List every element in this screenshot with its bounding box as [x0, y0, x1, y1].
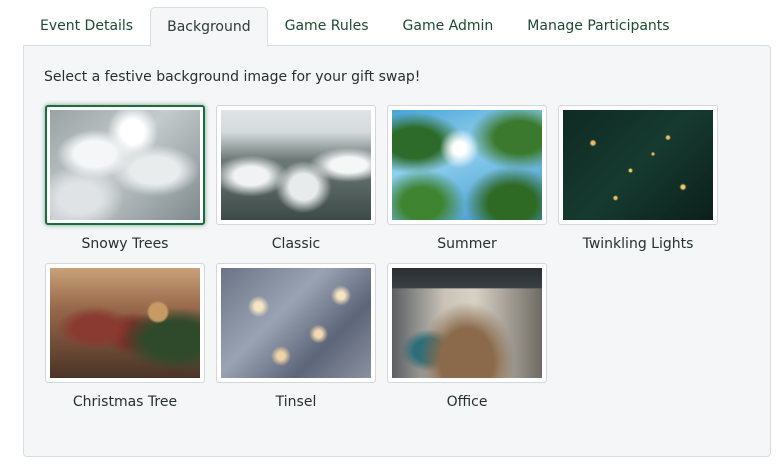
option-label: Tinsel: [275, 394, 317, 410]
background-option-tinsel[interactable]: Tinsel: [216, 263, 376, 410]
snowy-trees-image: [50, 110, 200, 220]
tinsel-image: [221, 268, 371, 378]
tab-bar: Event Details Background Game Rules Game…: [23, 7, 687, 47]
background-panel: Select a festive background image for yo…: [23, 45, 771, 457]
thumbnail-frame[interactable]: [558, 105, 718, 225]
thumbnail-frame[interactable]: [216, 105, 376, 225]
background-option-christmas-tree[interactable]: Christmas Tree: [45, 263, 205, 410]
office-image: [392, 268, 542, 378]
option-label: Office: [446, 394, 488, 410]
thumbnail-frame[interactable]: [216, 263, 376, 383]
tab-manage-participants[interactable]: Manage Participants: [510, 7, 686, 45]
thumbnail-frame[interactable]: [45, 105, 205, 225]
tab-background[interactable]: Background: [150, 7, 268, 47]
summer-image: [392, 110, 542, 220]
tab-event-details[interactable]: Event Details: [23, 7, 150, 45]
background-option-twinkling-lights[interactable]: Twinkling Lights: [558, 105, 718, 252]
option-label: Snowy Trees: [81, 236, 169, 252]
background-option-office[interactable]: Office: [387, 263, 547, 410]
thumbnail-frame[interactable]: [387, 105, 547, 225]
christmas-tree-image: [50, 268, 200, 378]
option-label: Classic: [271, 236, 321, 252]
tab-game-rules[interactable]: Game Rules: [268, 7, 386, 45]
option-label: Summer: [437, 236, 497, 252]
tab-game-admin[interactable]: Game Admin: [386, 7, 511, 45]
thumbnail-frame[interactable]: [387, 263, 547, 383]
background-option-snowy-trees[interactable]: Snowy Trees: [45, 105, 205, 252]
option-label: Christmas Tree: [72, 394, 178, 410]
option-label: Twinkling Lights: [582, 236, 694, 252]
classic-image: [221, 110, 371, 220]
instruction-text: Select a festive background image for yo…: [44, 69, 421, 85]
background-option-classic[interactable]: Classic: [216, 105, 376, 252]
twinkling-lights-image: [563, 110, 713, 220]
background-option-summer[interactable]: Summer: [387, 105, 547, 252]
thumbnail-frame[interactable]: [45, 263, 205, 383]
